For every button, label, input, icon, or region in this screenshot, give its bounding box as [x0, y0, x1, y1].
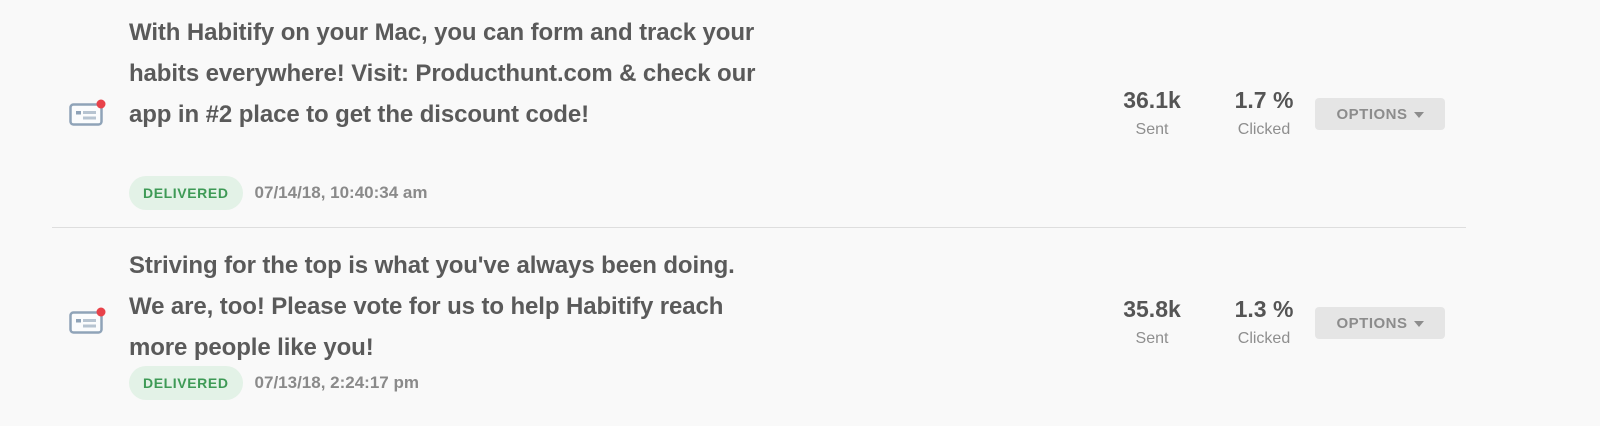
options-label: OPTIONS [1336, 105, 1408, 123]
clicked-label: Clicked [1237, 121, 1291, 138]
sent-label: Sent [1135, 121, 1169, 138]
sent-stat: 36.1k Sent [1102, 85, 1202, 145]
clicked-value: 1.3 % [1234, 296, 1294, 322]
status-badge: DELIVERED [129, 176, 243, 210]
notification-meta: DELIVERED 07/13/18, 2:24:17 pm [129, 366, 419, 400]
notification-row: Striving for the top is what you've alwa… [52, 227, 1466, 426]
notification-card-icon [69, 99, 106, 126]
clicked-value: 1.7 % [1234, 87, 1294, 113]
options-button[interactable]: OPTIONS [1315, 98, 1445, 130]
clicked-stat: 1.3 % Clicked [1214, 294, 1314, 354]
notification-card-icon [69, 307, 106, 334]
notification-row: With Habitify on your Mac, you can form … [52, 0, 1466, 227]
notification-message: With Habitify on your Mac, you can form … [129, 19, 756, 128]
clicked-stat: 1.7 % Clicked [1214, 85, 1314, 145]
clicked-label: Clicked [1237, 330, 1291, 347]
sent-value: 36.1k [1123, 87, 1181, 113]
notification-message: Striving for the top is what you've alwa… [129, 252, 735, 361]
sent-label: Sent [1135, 330, 1169, 347]
options-label: OPTIONS [1336, 314, 1408, 332]
notification-timestamp: 07/14/18, 10:40:34 am [254, 183, 428, 202]
options-button[interactable]: OPTIONS [1315, 307, 1445, 339]
chevron-down-icon [1413, 320, 1424, 327]
notification-list: With Habitify on your Mac, you can form … [52, 0, 1466, 426]
chevron-down-icon [1413, 111, 1424, 118]
status-badge: DELIVERED [129, 366, 243, 400]
sent-value: 35.8k [1123, 296, 1181, 322]
notification-timestamp: 07/13/18, 2:24:17 pm [254, 373, 419, 392]
notification-meta: DELIVERED 07/14/18, 10:40:34 am [129, 176, 428, 210]
sent-stat: 35.8k Sent [1102, 294, 1202, 354]
